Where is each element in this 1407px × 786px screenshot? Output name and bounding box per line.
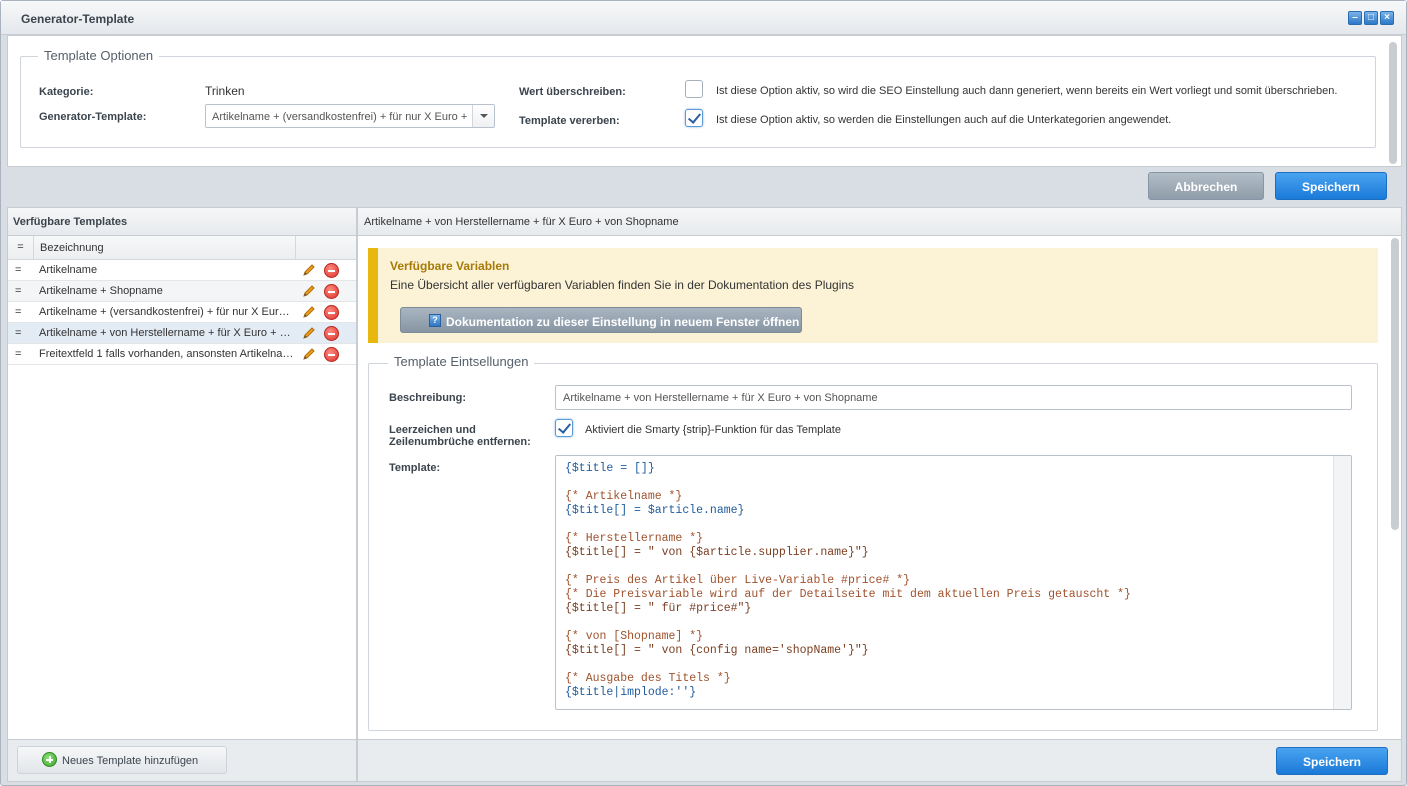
template-name: Artikelname + von Herstellername + für X… <box>39 327 294 339</box>
cancel-button[interactable]: Abbrechen <box>1148 172 1264 200</box>
inherit-hint: Ist diese Option aktiv, so werden die Ei… <box>716 114 1172 126</box>
column-header-handle: = <box>8 236 34 259</box>
add-template-button[interactable]: Neues Template hinzufügen <box>17 746 227 774</box>
close-icon[interactable]: × <box>1380 11 1394 25</box>
code-line: {* Herstellername *} <box>565 532 704 545</box>
pencil-icon[interactable] <box>301 325 317 341</box>
documentation-button-label: Dokumentation zu dieser Einstellung in n… <box>446 315 800 329</box>
delete-icon[interactable] <box>324 326 339 341</box>
generator-template-select[interactable]: Artikelname + (versandkostenfrei) + für … <box>205 104 495 128</box>
strip-checkbox[interactable] <box>555 419 573 437</box>
drag-handle-icon[interactable]: = <box>15 348 21 360</box>
generator-template-label: Generator-Template: <box>39 111 147 123</box>
strip-label-line1: Leerzeichen und <box>389 424 476 436</box>
template-label: Template: <box>389 462 441 474</box>
description-input[interactable]: Artikelname + von Herstellername + für X… <box>555 385 1352 410</box>
inherit-label: Template vererben: <box>519 115 620 127</box>
editor-footer <box>358 739 1401 781</box>
save-button[interactable]: Speichern <box>1275 172 1387 200</box>
overwrite-hint: Ist diese Option aktiv, so wird die SEO … <box>716 85 1338 97</box>
code-editor-scrollbar[interactable] <box>1333 456 1351 709</box>
description-label: Beschreibung: <box>389 392 467 404</box>
code-line: {$title = []} <box>565 462 655 475</box>
code-line: {$title[] = $article.name} <box>565 504 745 517</box>
add-icon <box>42 752 57 767</box>
column-header-name[interactable]: Bezeichnung <box>40 242 104 254</box>
template-name: Artikelname + Shopname <box>39 285 163 297</box>
notice-text: Eine Übersicht aller verfügbaren Variabl… <box>390 278 855 292</box>
help-icon: ? <box>429 314 441 327</box>
templates-grid-header: = Bezeichnung <box>8 236 356 260</box>
drag-handle-icon[interactable]: = <box>15 306 21 318</box>
inherit-checkbox[interactable] <box>685 109 703 127</box>
variables-notice: Verfügbare Variablen Eine Übersicht alle… <box>368 248 1378 343</box>
drag-handle-icon[interactable]: = <box>15 285 21 297</box>
generator-template-window: Generator-Template – □ × Template Option… <box>0 0 1407 786</box>
maximize-icon[interactable]: □ <box>1364 11 1378 25</box>
delete-icon[interactable] <box>324 305 339 320</box>
minimize-icon[interactable]: – <box>1348 11 1362 25</box>
templates-footer: Neues Template hinzufügen <box>8 739 356 781</box>
available-templates-title: Verfügbare Templates <box>8 208 356 236</box>
code-line: {$title|implode:''} <box>565 686 697 699</box>
code-line: {* Preis des Artikel über Live-Variable … <box>565 574 911 587</box>
notice-title: Verfügbare Variablen <box>390 259 510 273</box>
template-settings-legend: Template Eintsellungen <box>388 354 535 369</box>
code-line: {* von [Shopname] *} <box>565 630 704 643</box>
template-options-legend: Template Optionen <box>38 48 160 63</box>
template-options-panel: Template Optionen Kategorie: Trinken Gen… <box>7 35 1402 167</box>
window-title: Generator-Template <box>21 12 135 26</box>
delete-icon[interactable] <box>324 263 339 278</box>
documentation-button[interactable]: ? Dokumentation zu dieser Einstellung in… <box>400 307 802 333</box>
template-code-editor[interactable]: {$title = []} {* Artikelname *} {$title[… <box>555 455 1352 710</box>
pencil-icon[interactable] <box>301 304 317 320</box>
code-line: {$title[] = " von {$article.supplier.nam… <box>565 546 869 559</box>
template-editor-panel: Artikelname + von Herstellername + für X… <box>357 207 1402 782</box>
table-row[interactable]: = Freitextfeld 1 falls vorhanden, ansons… <box>8 344 356 365</box>
code-line: {* Artikelname *} <box>565 490 683 503</box>
drag-handle-icon[interactable]: = <box>15 327 21 339</box>
table-row[interactable]: = Artikelname + (versandkostenfrei) + fü… <box>8 302 356 323</box>
options-scrollbar[interactable] <box>1389 42 1397 164</box>
table-row[interactable]: = Artikelname <box>8 260 356 281</box>
code-line: {* Ausgabe des Titels *} <box>565 672 731 685</box>
template-name: Freitextfeld 1 falls vorhanden, ansonste… <box>39 348 294 360</box>
code-line: {$title[] = " von {config name='shopName… <box>565 644 869 657</box>
pencil-icon[interactable] <box>301 346 317 362</box>
window-titlebar[interactable]: Generator-Template – □ × <box>1 1 1406 35</box>
strip-hint: Aktiviert die Smarty {strip}-Funktion fü… <box>585 424 841 436</box>
code-line: {$title[] = " für #price#"} <box>565 602 752 615</box>
template-name: Artikelname + (versandkostenfrei) + für … <box>39 306 294 318</box>
drag-handle-icon[interactable]: = <box>15 264 21 276</box>
strip-label-line2: Zeilenumbrüche entfernen: <box>389 436 531 448</box>
template-options-fieldset <box>20 56 1376 148</box>
description-value: Artikelname + von Herstellername + für X… <box>563 392 878 404</box>
overwrite-label: Wert überschreiben: <box>519 86 626 98</box>
kategorie-label: Kategorie: <box>39 86 94 98</box>
template-name: Artikelname <box>39 264 98 276</box>
add-template-label: Neues Template hinzufügen <box>62 755 199 767</box>
available-templates-panel: Verfügbare Templates = Bezeichnung = Art… <box>7 207 357 782</box>
delete-icon[interactable] <box>324 347 339 362</box>
delete-icon[interactable] <box>324 284 339 299</box>
editor-title: Artikelname + von Herstellername + für X… <box>358 208 1401 236</box>
table-row-selected[interactable]: = Artikelname + von Herstellername + für… <box>8 323 356 344</box>
kategorie-value: Trinken <box>205 84 245 98</box>
table-row[interactable]: = Artikelname + Shopname <box>8 281 356 302</box>
chevron-down-icon[interactable] <box>472 105 494 127</box>
pencil-icon[interactable] <box>301 283 317 299</box>
overwrite-checkbox[interactable] <box>685 80 703 98</box>
editor-scrollbar[interactable] <box>1391 238 1399 530</box>
generator-template-value: Artikelname + (versandkostenfrei) + für … <box>212 111 467 123</box>
code-line: {* Die Preisvariable wird auf der Detail… <box>565 588 1131 601</box>
footer-save-button[interactable]: Speichern <box>1276 747 1388 775</box>
pencil-icon[interactable] <box>301 262 317 278</box>
